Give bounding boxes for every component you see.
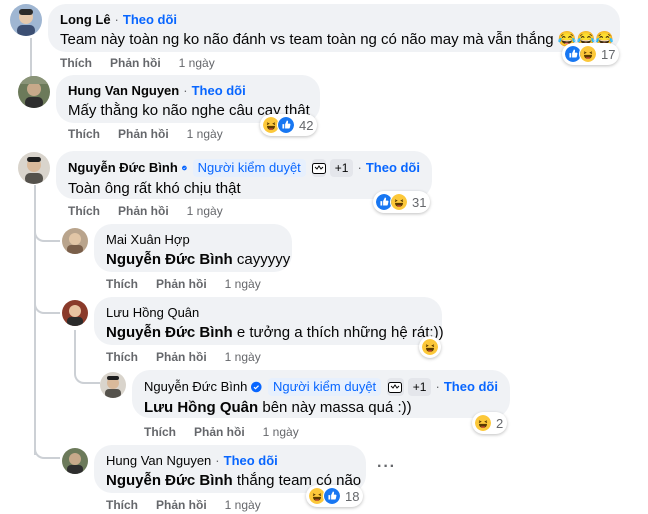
avatar[interactable] <box>62 448 88 474</box>
avatar[interactable] <box>100 372 126 398</box>
reaction-count: 42 <box>299 117 314 133</box>
moderator-badge: Người kiểm duyệt <box>267 378 382 396</box>
follow-button[interactable]: Theo dõi <box>192 83 246 99</box>
reaction-summary[interactable]: 17 <box>562 43 620 65</box>
verified-icon <box>181 165 187 171</box>
comment-actions: Thích Phản hồi 1 ngày <box>106 277 261 291</box>
like-button[interactable]: Thích <box>68 127 100 141</box>
timestamp[interactable]: 1 ngày <box>225 498 261 512</box>
thread-connector <box>34 441 60 459</box>
follow-button[interactable]: Theo dõi <box>444 379 498 395</box>
comment-text: Team này toàn ng ko não đánh vs team toà… <box>60 31 614 48</box>
follow-button[interactable]: Theo dõi <box>224 453 278 469</box>
comment-actions: Thích Phản hồi 1 ngày <box>106 350 261 364</box>
comment-text: Lưu Hồng Quân bên này massa quá :)) <box>144 398 498 418</box>
comment-author[interactable]: Nguyễn Đức Bình <box>144 379 247 395</box>
comment-text: Nguyễn Đức Bình cayyyyy <box>106 250 290 270</box>
like-reaction-icon <box>277 116 295 134</box>
comment-author[interactable]: Long Lê <box>60 12 111 28</box>
reaction-summary[interactable]: 18 <box>306 485 364 507</box>
timestamp[interactable]: 1 ngày <box>225 350 261 364</box>
follow-button[interactable]: Theo dõi <box>123 12 177 28</box>
reaction-count: 17 <box>601 46 616 62</box>
mention-tag[interactable]: Nguyễn Đức Bình <box>106 472 233 489</box>
comment-body: e tưởng a thích những hệ rát:)) <box>236 324 444 341</box>
reaction-count: 18 <box>345 488 360 504</box>
comment-author[interactable]: Nguyễn Đức Bình <box>68 160 178 176</box>
comment-author[interactable]: Lưu Hồng Quân <box>106 305 199 321</box>
timestamp[interactable]: 1 ngày <box>187 204 223 218</box>
like-button[interactable]: Thích <box>60 56 92 70</box>
verified-icon <box>251 381 262 393</box>
comment-actions: Thích Phản hồi 1 ngày <box>106 498 261 512</box>
badge-count: +1 <box>329 159 354 177</box>
reaction-summary[interactable]: 31 <box>373 191 431 213</box>
comment-bubble: Mai Xuân Hợp Nguyễn Đức Bình cayyyyy <box>94 224 292 272</box>
timestamp[interactable]: 1 ngày <box>179 56 215 70</box>
reply-button[interactable]: Phản hồi <box>156 498 207 512</box>
haha-reaction-icon <box>579 45 597 63</box>
like-button[interactable]: Thích <box>106 498 138 512</box>
comment-body: cayyyyy <box>236 251 291 268</box>
comment-author[interactable]: Hung Van Nguyen <box>68 83 179 99</box>
mention-tag[interactable]: Nguyễn Đức Bình <box>106 251 233 268</box>
timestamp[interactable]: 1 ngày <box>187 127 223 141</box>
reply-button[interactable]: Phản hồi <box>118 204 169 218</box>
comment-actions: Thích Phản hồi 1 ngày <box>68 204 223 218</box>
like-button[interactable]: Thích <box>144 425 176 439</box>
comment-author[interactable]: Hung Van Nguyen <box>106 453 211 469</box>
thread-connector <box>34 296 60 314</box>
comment-author[interactable]: Mai Xuân Hợp <box>106 232 190 248</box>
comment-text: Toàn ông rất khó chịu thật <box>68 180 241 197</box>
avatar[interactable] <box>62 228 88 254</box>
reply-button[interactable]: Phản hồi <box>118 127 169 141</box>
comment-body: bên này massa quá :)) <box>262 399 412 416</box>
fan-badge-icon <box>311 159 326 177</box>
reply-button[interactable]: Phản hồi <box>156 277 207 291</box>
comment-bubble: Nguyễn Đức Bình Người kiểm duyệt +1 · Th… <box>132 370 510 418</box>
avatar[interactable] <box>62 300 88 326</box>
like-button[interactable]: Thích <box>68 204 100 218</box>
follow-button[interactable]: Theo dõi <box>366 160 420 176</box>
more-options-button[interactable]: ··· <box>377 458 396 476</box>
mention-tag[interactable]: Lưu Hồng Quân <box>144 399 258 416</box>
comment-bubble: Nguyễn Đức Bình Người kiểm duyệt +1 · Th… <box>56 151 432 199</box>
haha-reaction-icon <box>421 338 439 356</box>
separator-dot: · <box>114 12 119 27</box>
comment-bubble: Lưu Hồng Quân Nguyễn Đức Bình e tưởng a … <box>94 297 444 345</box>
moderator-badge: Người kiểm duyệt <box>192 159 306 177</box>
separator-dot: · <box>215 453 220 468</box>
separator-dot: · <box>435 379 440 394</box>
reaction-summary[interactable] <box>419 336 441 358</box>
reaction-count: 31 <box>412 194 427 210</box>
reaction-count: 2 <box>496 415 504 431</box>
avatar[interactable] <box>10 4 42 36</box>
timestamp[interactable]: 1 ngày <box>225 277 261 291</box>
timestamp[interactable]: 1 ngày <box>263 425 299 439</box>
avatar[interactable] <box>18 76 50 108</box>
haha-reaction-icon <box>390 193 408 211</box>
like-button[interactable]: Thích <box>106 350 138 364</box>
thread-connector <box>74 362 100 384</box>
thread-connector <box>34 224 60 242</box>
like-reaction-icon <box>323 487 341 505</box>
comment-text: Nguyễn Đức Bình e tưởng a thích những hệ… <box>106 323 444 343</box>
reply-button[interactable]: Phản hồi <box>156 350 207 364</box>
reaction-summary[interactable]: 2 <box>472 412 508 434</box>
badge-count: +1 <box>407 378 432 396</box>
reply-button[interactable]: Phản hồi <box>110 56 161 70</box>
separator-dot: · <box>183 83 188 98</box>
like-button[interactable]: Thích <box>106 277 138 291</box>
comment-actions: Thích Phản hồi 1 ngày <box>68 127 223 141</box>
avatar[interactable] <box>18 152 50 184</box>
separator-dot: · <box>357 160 362 175</box>
reply-button[interactable]: Phản hồi <box>194 425 245 439</box>
haha-reaction-icon <box>474 414 492 432</box>
reaction-summary[interactable]: 42 <box>260 114 318 136</box>
comment-actions: Thích Phản hồi 1 ngày <box>60 56 215 70</box>
fan-badge-icon <box>387 378 404 396</box>
comment-actions: Thích Phản hồi 1 ngày <box>144 425 299 439</box>
mention-tag[interactable]: Nguyễn Đức Bình <box>106 324 233 341</box>
comment-bubble: Long Lê · Theo dõi Team này toàn ng ko n… <box>48 4 620 52</box>
